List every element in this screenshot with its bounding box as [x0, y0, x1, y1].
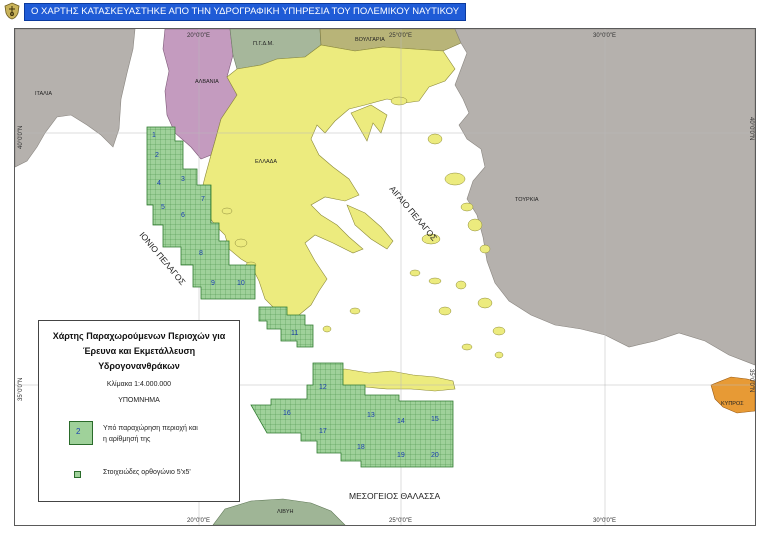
label-italy: ΙΤΑΛΙΑ: [35, 91, 52, 97]
map-title: Ο ΧΑΡΤΗΣ ΚΑΤΑΣΚΕΥΑΣΤΗΚΕ ΑΠΟ ΤΗΝ ΥΔΡΟΓΡΑΦ…: [24, 3, 467, 21]
legend-title-line-1: Χάρτης Παραχωρούμενων Περιοχών για: [52, 331, 226, 341]
block-number-3: 3: [181, 176, 185, 183]
tick-bottom-20: 20°0'0"E: [187, 518, 210, 524]
legend-item1-line2: η αρίθμησή της: [103, 436, 151, 443]
tick-right-40: 40°0'0"N: [748, 117, 754, 140]
tick-bottom-25: 25°0'0"E: [389, 518, 412, 524]
label-albania: ΑΛΒΑΝΙΑ: [195, 79, 219, 85]
block-number-12: 12: [319, 384, 327, 391]
tick-top-25: 25°0'0"E: [389, 33, 412, 39]
legend-title-line-2: Έρευνα και Εκμετάλλευση: [82, 346, 196, 356]
block-number-2: 2: [155, 152, 159, 159]
legend-cell-swatch: [74, 471, 81, 478]
block-number-11: 11: [291, 330, 298, 337]
block-number-14: 14: [397, 418, 405, 425]
legend-item1-line1: Υπό παραχώρηση περιοχή και: [103, 425, 198, 432]
label-greece: ΕΛΛΑΔΑ: [255, 159, 277, 165]
block-number-17: 17: [319, 428, 327, 435]
block-number-20: 20: [431, 452, 439, 459]
map-page: Ο ΧΑΡΤΗΣ ΚΑΤΑΣΚΕΥΑΣΤΗΚΕ ΑΠΟ ΤΗΝ ΥΔΡΟΓΡΑΦ…: [0, 0, 768, 544]
tick-left-40: 40°0'0"N: [18, 126, 24, 149]
label-mediterranean-sea: ΜΕΣΟΓΕΙΟΣ ΘΑΛΑΣΣΑ: [349, 491, 441, 501]
legend-swatch-number: 2: [76, 427, 81, 436]
header-bar: Ο ΧΑΡΤΗΣ ΚΑΤΑΣΚΕΥΑΣΤΗΚΕ ΑΠΟ ΤΗΝ ΥΔΡΟΓΡΑΦ…: [0, 0, 768, 22]
label-libya: ΛΙΒΥΗ: [277, 509, 294, 515]
label-turkey: ΤΟΥΡΚΙΑ: [515, 197, 539, 203]
block-number-5: 5: [161, 204, 165, 211]
block-number-7: 7: [201, 196, 205, 203]
tick-right-35: 35°0'0"N: [748, 369, 754, 392]
block-number-15: 15: [431, 416, 439, 423]
tick-bottom-30: 30°0'0"E: [593, 518, 616, 524]
block-number-18: 18: [357, 444, 365, 451]
block-number-4: 4: [157, 180, 161, 187]
legend: Χάρτης Παραχωρούμενων Περιοχών για Έρευν…: [38, 320, 240, 502]
legend-item2: Στοιχειώδες ορθογώνιο 5'x5': [103, 469, 191, 476]
block-number-10: 10: [237, 280, 245, 287]
legend-title-line-3: Υδρογονανθράκων: [98, 361, 180, 371]
block-number-16: 16: [283, 410, 291, 417]
tick-top-20: 20°0'0"E: [187, 33, 210, 39]
legend-scale: Κλίμακα 1:4.000.000: [106, 381, 172, 388]
block-number-9: 9: [211, 280, 215, 287]
label-fyrom: Π.Γ.Δ.Μ.: [253, 41, 274, 47]
tick-left-35: 35°0'0"N: [18, 378, 24, 401]
block-number-1: 1: [152, 132, 156, 139]
legend-heading: ΥΠΟΜΝΗΜΑ: [118, 397, 160, 404]
navy-emblem-icon: [4, 2, 20, 20]
label-cyprus: ΚΥΠΡΟΣ: [721, 401, 744, 407]
tick-top-30: 30°0'0"E: [593, 33, 616, 39]
block-number-6: 6: [181, 212, 185, 219]
block-number-13: 13: [367, 412, 375, 419]
legend-concession-swatch: 2: [69, 421, 93, 445]
label-bulgaria: ΒΟΥΛΓΑΡΙΑ: [355, 37, 385, 43]
block-number-19: 19: [397, 452, 405, 459]
block-number-8: 8: [199, 250, 203, 257]
